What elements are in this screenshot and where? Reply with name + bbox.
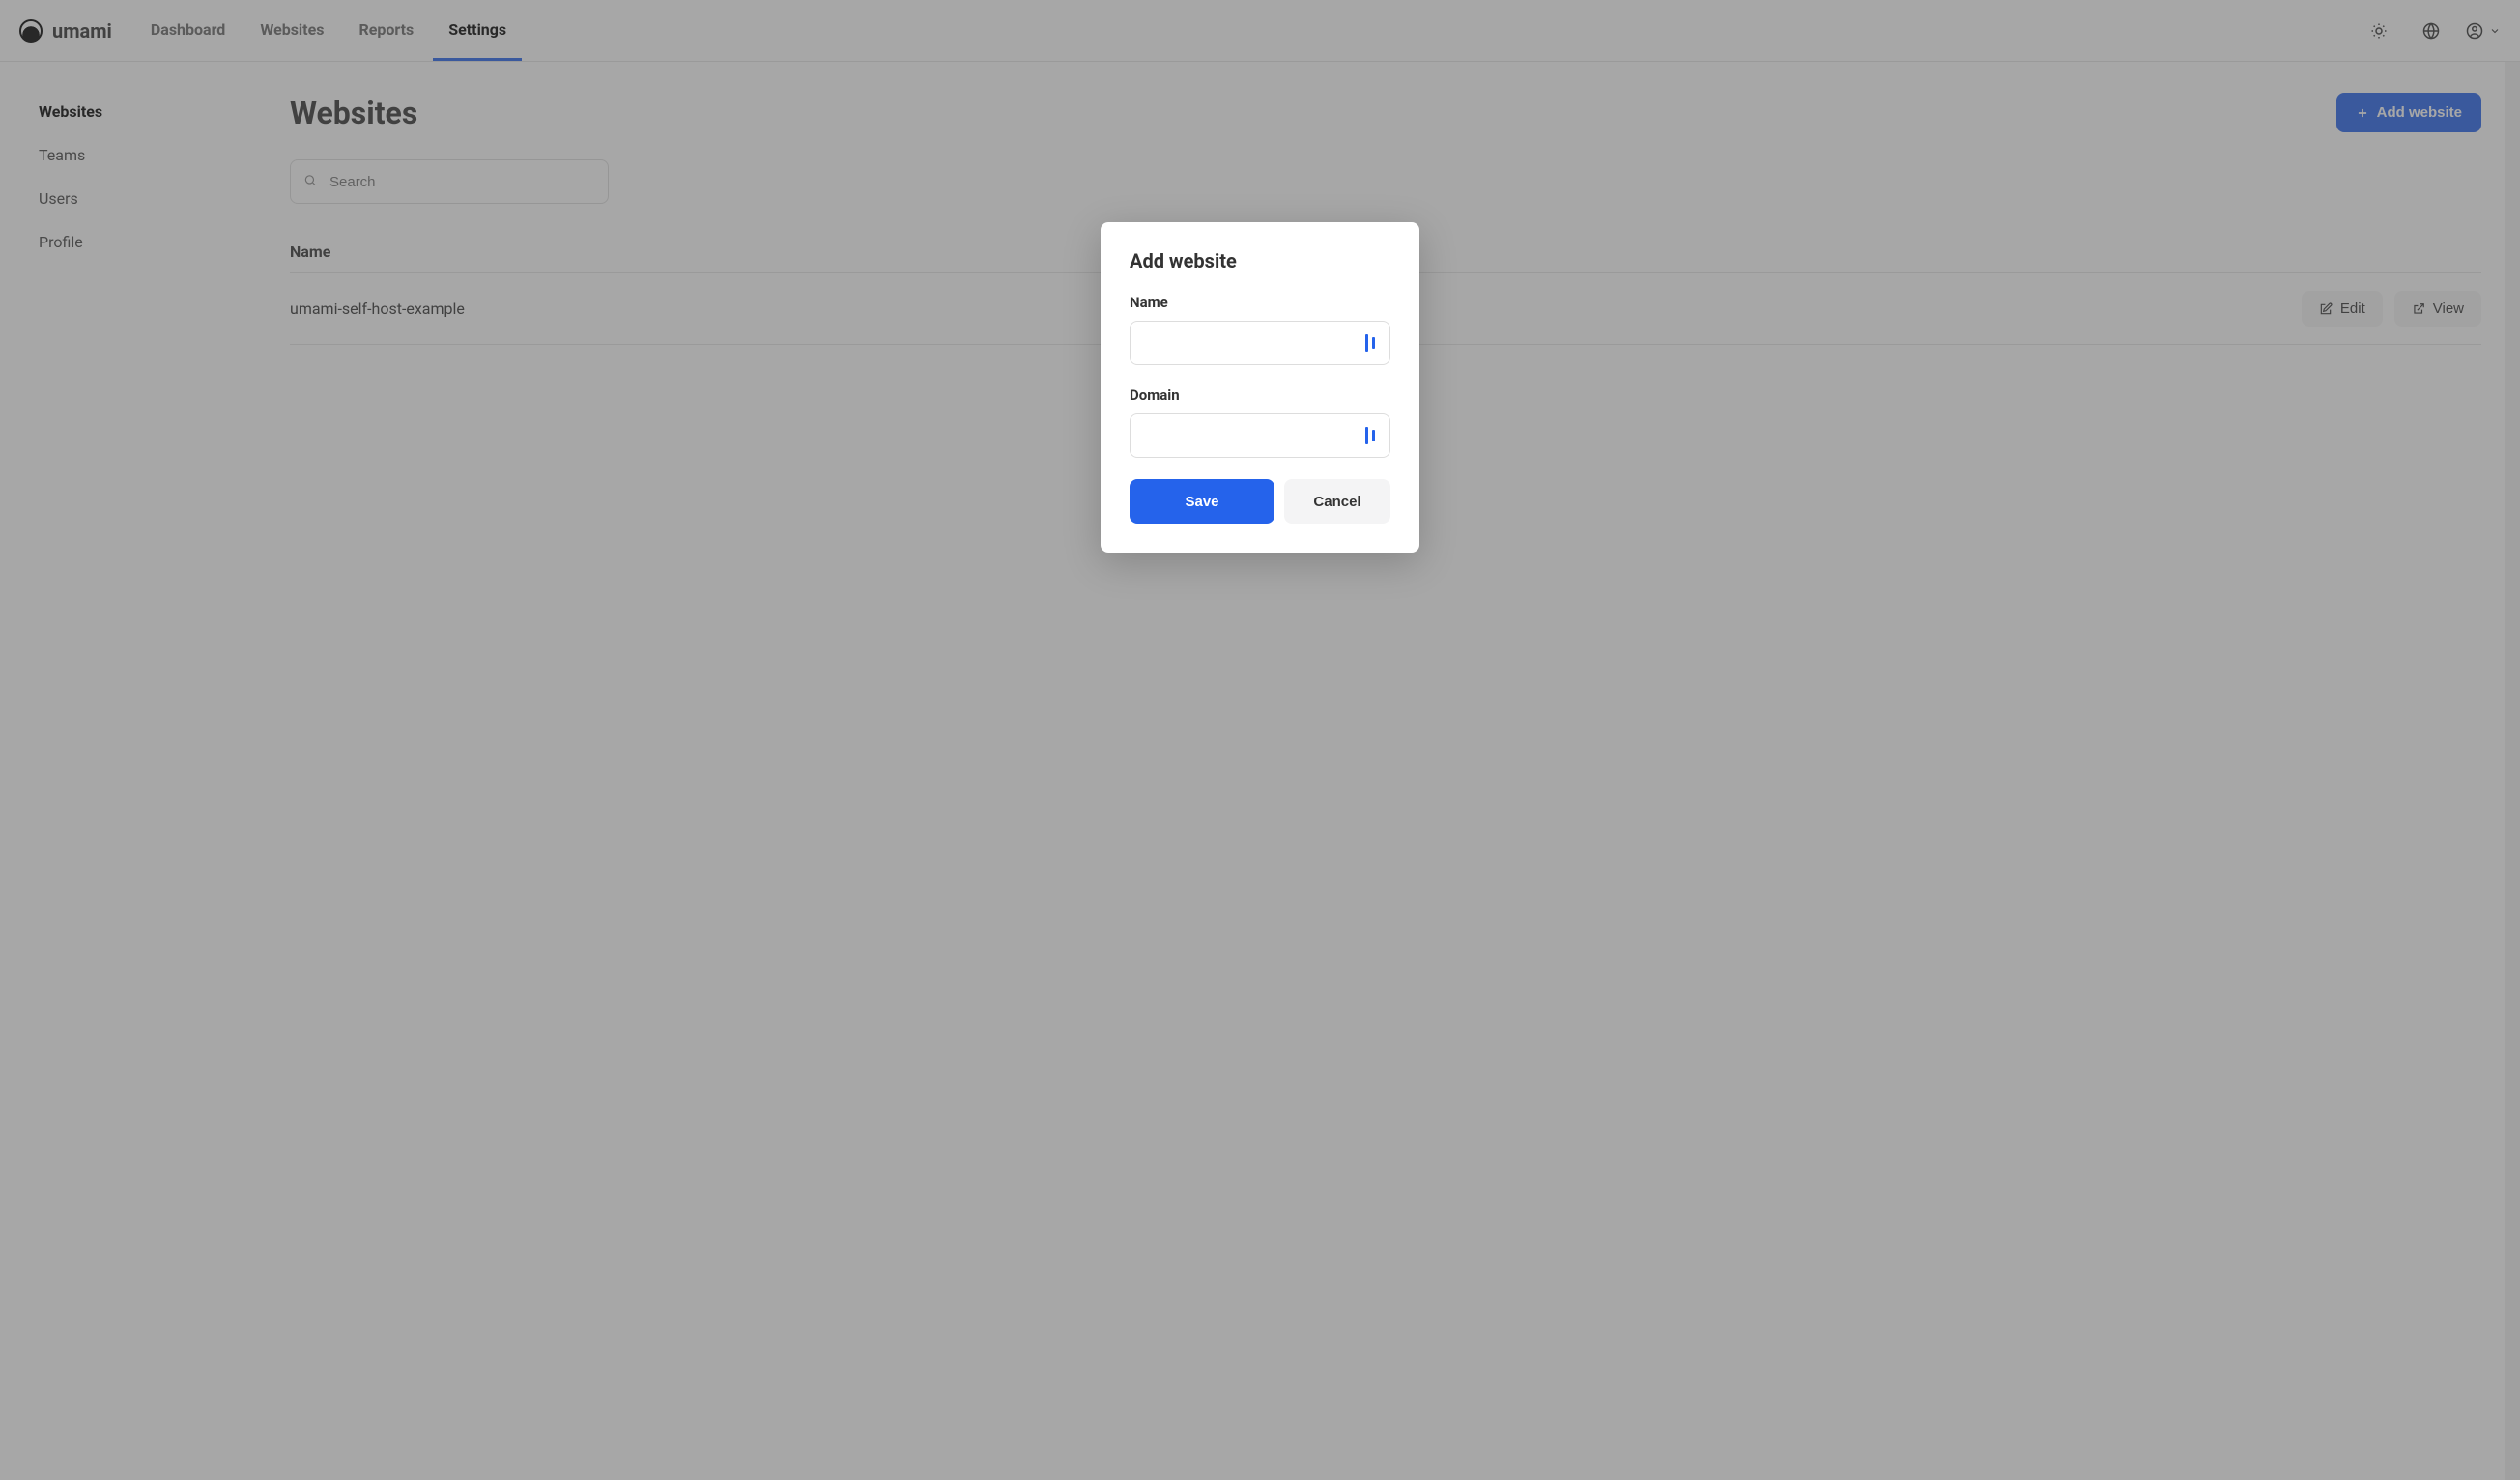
- domain-label: Domain: [1130, 386, 1390, 404]
- name-label: Name: [1130, 294, 1390, 311]
- modal-actions: Save Cancel: [1130, 479, 1390, 524]
- name-input[interactable]: [1130, 321, 1390, 365]
- save-label: Save: [1185, 494, 1218, 510]
- cancel-button[interactable]: Cancel: [1284, 479, 1390, 524]
- form-group-name: Name: [1130, 294, 1390, 365]
- domain-input[interactable]: [1130, 413, 1390, 458]
- input-indicator-icon: [1363, 334, 1377, 352]
- form-group-domain: Domain: [1130, 386, 1390, 458]
- modal-overlay[interactable]: Add website Name Domain Save Cancel: [0, 0, 2520, 1480]
- add-website-modal: Add website Name Domain Save Cancel: [1101, 222, 1419, 553]
- input-indicator-icon: [1363, 427, 1377, 444]
- save-button[interactable]: Save: [1130, 479, 1274, 524]
- modal-title: Add website: [1130, 249, 1390, 272]
- cancel-label: Cancel: [1313, 494, 1360, 510]
